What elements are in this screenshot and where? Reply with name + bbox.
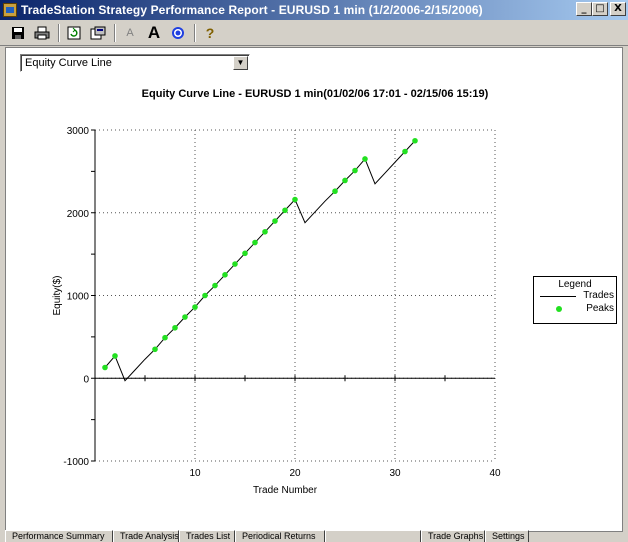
tab-trade-analysis[interactable]: Trade Analysis (113, 530, 179, 542)
y-tick-label: 2000 (67, 209, 90, 220)
peak-point (222, 272, 228, 278)
equity-chart: -1000 0 1000 2000 3000 10 20 30 40 Trade Number Eq… (52, 126, 501, 496)
help-glyph: ? (205, 24, 215, 41)
legend-dot-swatch (556, 306, 562, 312)
refresh-icon[interactable] (64, 23, 84, 43)
tab-trade-graphs[interactable]: Trade Graphs (421, 530, 485, 542)
close-button[interactable]: X (610, 2, 626, 16)
title-bar[interactable]: TradeStation Strategy Performance Report… (0, 0, 628, 20)
minimize-button[interactable]: _ (576, 2, 592, 16)
peak-point (412, 137, 418, 144)
report-window: TradeStation Strategy Performance Report… (0, 0, 628, 542)
y-tick-label: -1000 (63, 457, 89, 468)
tab-periodical-returns[interactable]: Periodical Returns (235, 530, 325, 542)
chart-legend: Legend Trades Peaks (533, 276, 617, 324)
peak-point (112, 353, 118, 359)
peak-point (162, 334, 168, 341)
legend-line-swatch (540, 296, 576, 297)
x-tick-label: 30 (389, 468, 401, 479)
peak-point (192, 304, 198, 310)
x-axis-label: Trade Number (253, 485, 318, 496)
peak-point (252, 239, 258, 246)
report-tabs: Performance Summary Trade Analysis Trade… (5, 530, 623, 542)
settings-icon[interactable] (88, 23, 108, 43)
font-large-icon[interactable]: A (144, 23, 164, 43)
window-controls: _ □ X (576, 2, 626, 16)
print-icon[interactable] (32, 23, 52, 43)
help-icon[interactable]: ? (200, 23, 220, 43)
peak-point (242, 250, 248, 257)
peak-point (262, 228, 268, 235)
toolbar-separator (114, 23, 116, 42)
legend-item-trades: Trades (534, 290, 616, 303)
peak-point (332, 188, 338, 195)
y-tick-label: 0 (83, 374, 89, 385)
peak-point (212, 282, 218, 289)
x-tick-label: 20 (289, 468, 301, 479)
tab-trades-list[interactable]: Trades List (179, 530, 235, 542)
peak-point (342, 177, 348, 184)
tab-blank[interactable] (325, 530, 421, 542)
peak-point (182, 314, 188, 320)
x-tick-label: 40 (489, 468, 501, 479)
peak-point (102, 364, 108, 371)
save-icon[interactable] (8, 23, 28, 43)
y-tick-label: 1000 (67, 292, 90, 303)
target-icon[interactable] (168, 23, 188, 43)
y-axis-label: Equity($) (52, 275, 63, 315)
report-content: Equity Curve Line ▼ Equity Curve Line - … (5, 47, 623, 532)
tab-performance-summary[interactable]: Performance Summary (5, 530, 113, 542)
peak-point (282, 207, 288, 214)
y-tick-label: 3000 (67, 126, 90, 137)
maximize-button[interactable]: □ (592, 2, 608, 16)
peak-point (352, 167, 358, 174)
legend-title: Legend (558, 279, 592, 290)
legend-label-trades: Trades (583, 290, 614, 301)
peak-point (172, 324, 178, 331)
font-small-icon[interactable]: A (120, 23, 140, 43)
toolbar-separator (58, 23, 60, 42)
x-tick-label: 10 (189, 468, 201, 479)
peak-point (362, 156, 368, 162)
peak-point (292, 196, 298, 203)
peak-point (202, 292, 208, 299)
font-small-glyph: A (126, 26, 134, 39)
font-large-glyph: A (147, 22, 161, 42)
legend-label-peaks: Peaks (586, 303, 614, 314)
tab-settings[interactable]: Settings (485, 530, 529, 542)
toolbar-separator (194, 23, 196, 42)
legend-item-peaks: Peaks (534, 303, 616, 316)
peak-point (152, 346, 158, 353)
series-line-trades (104, 140, 416, 382)
peak-point (232, 261, 238, 267)
peak-point (272, 218, 278, 224)
peak-point (402, 148, 408, 155)
window-title: TradeStation Strategy Performance Report… (21, 3, 483, 17)
toolbar: A A ? (0, 20, 628, 46)
app-icon (3, 3, 17, 17)
